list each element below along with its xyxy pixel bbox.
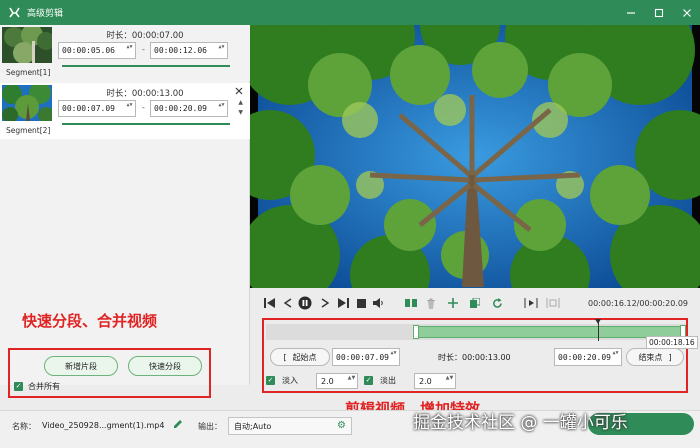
timeline-playhead[interactable] <box>598 321 599 341</box>
clip-duration: 时长：00:00:13.00 <box>438 353 511 362</box>
segment-start-input[interactable]: 00:00:07.09 ▲▼ <box>58 100 136 117</box>
reset-icon[interactable] <box>490 296 504 310</box>
app-logo-icon <box>7 6 21 20</box>
skip-start-icon[interactable] <box>262 296 276 310</box>
minimize-button[interactable] <box>624 6 638 20</box>
fade-out-checkbox[interactable]: ✓ <box>364 376 373 385</box>
frame-icon[interactable] <box>524 296 538 310</box>
segment-label: Segment[2] <box>6 126 51 135</box>
pause-icon[interactable] <box>298 296 312 310</box>
close-icon[interactable] <box>235 87 244 96</box>
set-end-button[interactable]: 结束点 ] <box>626 348 684 366</box>
quick-split-button[interactable]: 快速分段 <box>128 356 202 376</box>
window-title: 高级剪辑 <box>27 9 64 19</box>
chevron-down-icon[interactable]: ▼ <box>238 109 243 116</box>
name-label: 名称： <box>12 422 36 431</box>
segment-end-input[interactable]: 00:00:20.09 ▲▼ <box>150 100 228 117</box>
checkbox-checked-icon: ✓ <box>14 382 23 391</box>
spinner-icon[interactable]: ▲▼ <box>389 350 398 364</box>
move-arrows: ▲ ▼ <box>238 99 243 116</box>
chevron-up-icon[interactable]: ▲ <box>238 99 243 106</box>
segment-thumbnail <box>2 85 52 121</box>
fade-in-input[interactable]: 2.0 ▲▼ <box>316 373 358 389</box>
segment-start-input[interactable]: 00:00:05.06 ▲▼ <box>58 42 136 59</box>
player-controls: 00:00:16.12/00:00:20.09 <box>250 290 700 316</box>
segment-item-1[interactable]: Segment[1] 时长：00:00:07.00 00:00:05.06 ▲▼… <box>0 25 250 81</box>
delete-icon[interactable] <box>424 296 438 310</box>
spinner-icon[interactable]: ▲▼ <box>125 44 134 57</box>
segment-progress-bar <box>62 65 230 67</box>
close-button[interactable] <box>680 6 694 20</box>
clip-edit-box: 00:00:18.16 [ 起始点 00:00:07.09 ▲▼ 时长：00:0… <box>262 318 698 393</box>
time-readout: 00:00:16.12/00:00:20.09 <box>588 299 688 308</box>
output-select[interactable]: 自动;Auto ⚙ <box>228 417 352 435</box>
edit-name-icon[interactable] <box>173 419 183 432</box>
segment-list-panel: Segment[1] 时长：00:00:07.00 00:00:05.06 ▲▼… <box>0 25 250 385</box>
playhead-marker-icon <box>595 319 601 324</box>
fade-out-input[interactable]: 2.0 ▲▼ <box>414 373 456 389</box>
fade-in-label: 淡入 <box>282 376 298 385</box>
timeline-start-handle[interactable] <box>413 325 419 339</box>
segment-progress-bar <box>62 123 230 125</box>
file-name: Video_250928...gment(1).mp4 <box>42 421 165 430</box>
set-start-button[interactable]: [ 起始点 <box>270 348 330 366</box>
volume-icon[interactable] <box>371 296 385 310</box>
copy-icon[interactable] <box>468 296 482 310</box>
spinner-icon[interactable]: ▲▼ <box>347 375 356 387</box>
stop-icon[interactable] <box>354 296 368 310</box>
add-icon[interactable] <box>446 296 460 310</box>
split-icon[interactable] <box>404 296 418 310</box>
add-segment-button[interactable]: 新增片段 <box>44 356 118 376</box>
spinner-icon[interactable]: ▲▼ <box>217 102 226 115</box>
fade-in-checkbox[interactable]: ✓ <box>266 376 275 385</box>
spinner-icon[interactable]: ▲▼ <box>611 350 620 364</box>
spinner-icon[interactable]: ▲▼ <box>217 44 226 57</box>
skip-end-icon[interactable] <box>336 296 350 310</box>
annotation-left: 快速分段、合并视频 <box>22 312 158 330</box>
end-time-input[interactable]: 00:00:20.09 ▲▼ <box>554 348 622 366</box>
watermark-text: 掘金技术社区 @ 一罐小可乐 <box>413 413 628 433</box>
spinner-icon[interactable]: ▲▼ <box>125 102 134 115</box>
segment-actions-box: 新增片段 快速分段 ✓ 合并所有 <box>8 348 211 398</box>
output-label: 输出： <box>198 422 222 431</box>
title-bar: 高级剪辑 <box>0 0 700 25</box>
video-preview[interactable] <box>250 25 700 288</box>
spinner-icon[interactable]: ▲▼ <box>445 375 454 387</box>
segment-item-2[interactable]: Segment[2] 时长：00:00:13.00 00:00:07.09 ▲▼… <box>0 83 250 139</box>
segment-duration: 时长：00:00:13.00 <box>106 89 184 99</box>
fade-out-label: 淡出 <box>380 376 396 385</box>
merge-all-checkbox[interactable]: ✓ 合并所有 <box>14 381 60 392</box>
timeline-track[interactable] <box>266 319 686 341</box>
segment-label: Segment[1] <box>6 68 51 77</box>
gear-icon[interactable]: ⚙ <box>337 420 346 431</box>
maximize-button[interactable] <box>652 6 666 20</box>
segment-duration: 时长：00:00:07.00 <box>106 31 184 41</box>
snapshot-icon[interactable] <box>546 296 560 310</box>
segment-end-input[interactable]: 00:00:12.06 ▲▼ <box>150 42 228 59</box>
step-back-icon[interactable] <box>280 296 294 310</box>
step-forward-icon[interactable] <box>318 296 332 310</box>
start-time-input[interactable]: 00:00:07.09 ▲▼ <box>332 348 400 366</box>
segment-thumbnail <box>2 27 52 63</box>
